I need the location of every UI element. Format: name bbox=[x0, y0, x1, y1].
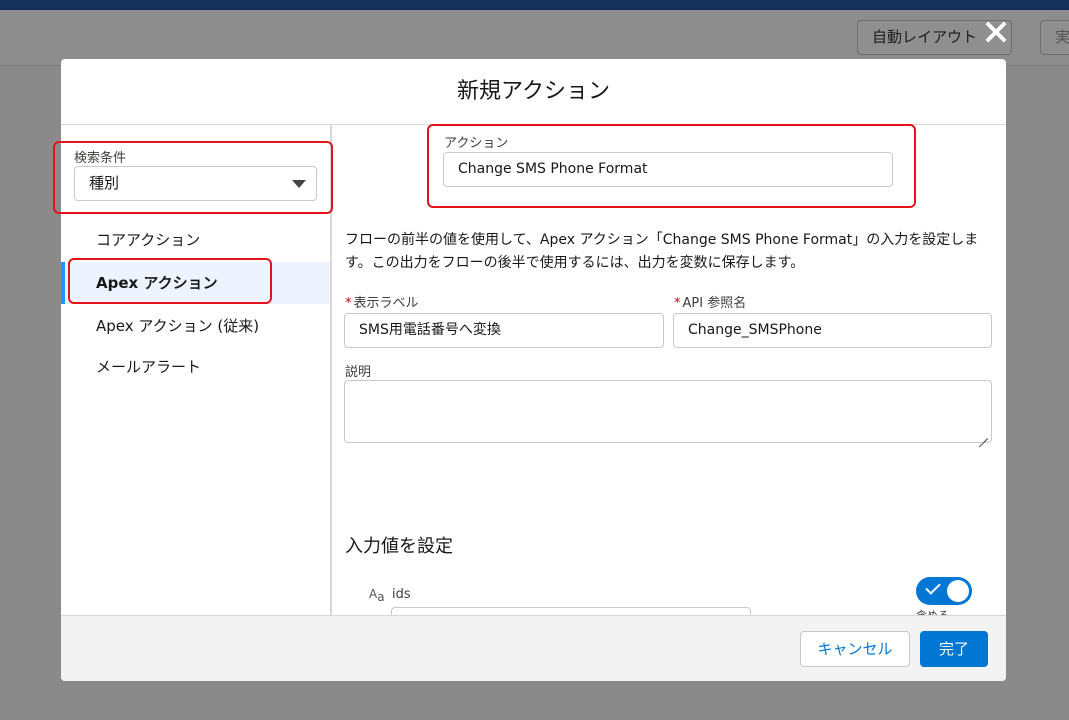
modal-title: 新規アクション bbox=[457, 79, 610, 104]
api-name-input[interactable]: Change_SMSPhone bbox=[673, 313, 992, 348]
top-bar bbox=[0, 0, 1069, 10]
filter-select[interactable]: 種別 bbox=[74, 166, 317, 201]
sidebar-item-email-alert[interactable]: メールアラート bbox=[61, 346, 330, 388]
display-label-label: * 表示ラベル bbox=[345, 292, 419, 311]
cancel-button[interactable]: キャンセル bbox=[800, 631, 910, 667]
modal-header: 新規アクション bbox=[61, 59, 1006, 125]
text-type-icon: Aa bbox=[369, 587, 385, 604]
done-button[interactable]: 完了 bbox=[920, 631, 988, 667]
action-label: アクション bbox=[444, 136, 509, 151]
input-section-title: 入力値を設定 bbox=[345, 536, 453, 557]
chevron-down-icon bbox=[292, 180, 306, 188]
api-name-label: * API 参照名 bbox=[674, 292, 746, 311]
text-type-icon-subletter: a bbox=[377, 590, 385, 604]
description-label: 説明 bbox=[345, 365, 372, 380]
include-toggle[interactable] bbox=[916, 577, 972, 605]
sidebar-item-apex-action[interactable]: Apex アクション bbox=[61, 262, 330, 304]
required-mark: * bbox=[345, 296, 352, 311]
action-sidebar: 検索条件 種別 コアアクション Apex アクション Apex アクション (従… bbox=[61, 125, 332, 615]
display-label-text: 表示ラベル bbox=[353, 296, 419, 311]
new-action-modal: 新規アクション 検索条件 種別 コアアクション Apex アクション Apex … bbox=[61, 59, 1006, 681]
check-icon bbox=[925, 579, 941, 595]
display-label-input[interactable]: SMS用電話番号へ変換 bbox=[344, 313, 664, 348]
api-name-text: API 参照名 bbox=[682, 296, 747, 311]
sidebar-item-core-action[interactable]: コアアクション bbox=[61, 219, 330, 261]
text-type-icon-letter: A bbox=[369, 587, 378, 601]
action-input[interactable]: Change SMS Phone Format bbox=[443, 152, 893, 187]
description-text: フローの前半の値を使用して、Apex アクション「Change SMS Phon… bbox=[345, 232, 979, 271]
modal-footer: キャンセル 完了 bbox=[61, 615, 1006, 681]
required-mark: * bbox=[674, 296, 681, 311]
run-button[interactable]: 実 bbox=[1040, 20, 1069, 55]
action-content: アクション Change SMS Phone Format フローの前半の値を使… bbox=[334, 125, 1006, 642]
toggle-knob bbox=[947, 580, 969, 602]
param-name-label: ids bbox=[392, 587, 411, 602]
filter-label: 検索条件 bbox=[74, 151, 127, 166]
filter-select-value: 種別 bbox=[89, 174, 120, 192]
close-icon[interactable] bbox=[982, 18, 1010, 46]
sidebar-item-apex-action-legacy[interactable]: Apex アクション (従来) bbox=[61, 305, 330, 347]
resize-handle-icon[interactable] bbox=[978, 429, 988, 439]
description-textarea[interactable] bbox=[344, 380, 992, 443]
